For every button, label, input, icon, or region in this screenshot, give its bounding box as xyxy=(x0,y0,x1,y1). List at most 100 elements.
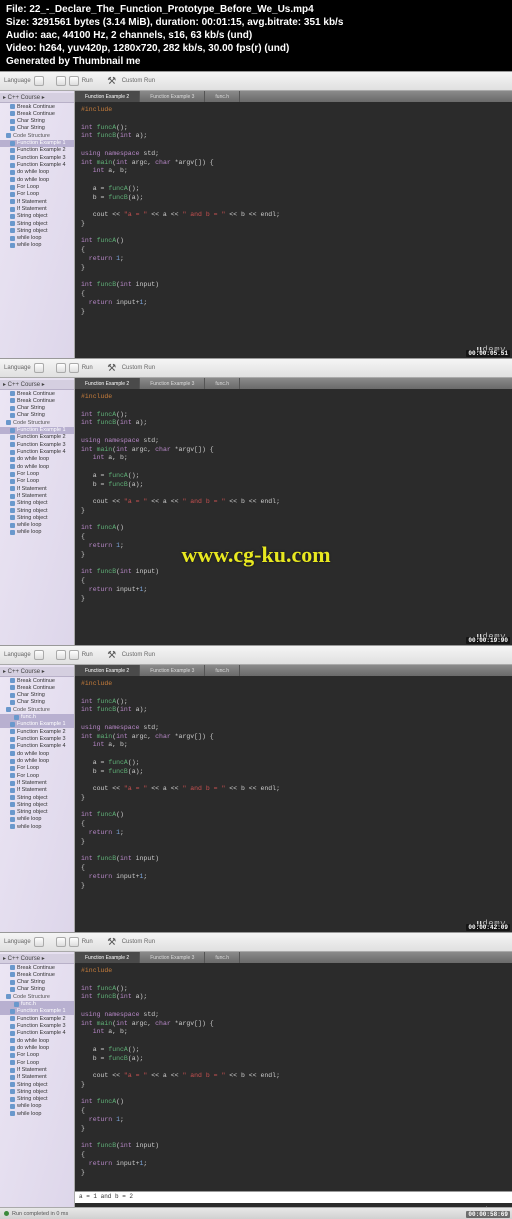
sidebar-item[interactable]: String object xyxy=(0,801,74,808)
sidebar-item[interactable]: For Loop xyxy=(0,470,74,477)
sidebar-item[interactable]: while loop xyxy=(0,235,74,242)
editor-tab[interactable]: func.h xyxy=(205,91,240,102)
sidebar-item[interactable]: String object xyxy=(0,1088,74,1095)
code-editor[interactable]: #include int funcA(); int funcB(int a); … xyxy=(75,963,512,1219)
sidebar-item[interactable]: String object xyxy=(0,809,74,816)
sidebar-item[interactable]: Char String xyxy=(0,118,74,125)
sidebar-item[interactable]: Function Example 3 xyxy=(0,1023,74,1030)
sidebar-item[interactable]: Break Continue xyxy=(0,971,74,978)
sidebar-item[interactable]: Code Structure xyxy=(0,706,74,713)
sidebar-item[interactable]: do while loop xyxy=(0,456,74,463)
sidebar-item-active[interactable]: func.h xyxy=(0,714,74,721)
sidebar-item[interactable]: Char String xyxy=(0,986,74,993)
sidebar-item[interactable]: do while loop xyxy=(0,176,74,183)
sidebar-item[interactable]: Function Example 1 xyxy=(0,140,74,147)
sidebar-item[interactable]: If Statement xyxy=(0,198,74,205)
sidebar-item[interactable]: Function Example 3 xyxy=(0,736,74,743)
editor-tab[interactable]: Function Example 3 xyxy=(140,665,205,676)
sidebar-item[interactable]: Break Continue xyxy=(0,390,74,397)
sidebar-item[interactable]: while loop xyxy=(0,1103,74,1110)
sidebar-item[interactable]: Break Continue xyxy=(0,677,74,684)
sidebar-item[interactable]: For Loop xyxy=(0,772,74,779)
sidebar-item[interactable]: If Statement xyxy=(0,1074,74,1081)
sidebar-item[interactable]: while loop xyxy=(0,823,74,830)
sidebar-item[interactable]: If Statement xyxy=(0,779,74,786)
sidebar-item[interactable]: Function Example 2 xyxy=(0,434,74,441)
sidebar-item[interactable]: Code Structure xyxy=(0,132,74,139)
sidebar-item[interactable]: while loop xyxy=(0,1110,74,1117)
stop-button[interactable] xyxy=(69,76,79,86)
sidebar-root[interactable]: ▸ C++ Course ▸ xyxy=(0,667,74,677)
stop-button[interactable] xyxy=(69,363,79,373)
build-icon[interactable]: ⚒ xyxy=(105,74,119,88)
sidebar-item[interactable]: For Loop xyxy=(0,1059,74,1066)
editor-tab[interactable]: Function Example 2 xyxy=(75,378,140,389)
sidebar-item[interactable]: For Loop xyxy=(0,191,74,198)
editor-tab[interactable]: func.h xyxy=(205,952,240,963)
sidebar-item[interactable]: String object xyxy=(0,213,74,220)
sidebar-item[interactable]: do while loop xyxy=(0,750,74,757)
sidebar-item[interactable]: Break Continue xyxy=(0,103,74,110)
run-button[interactable] xyxy=(56,937,66,947)
sidebar-item[interactable]: For Loop xyxy=(0,1052,74,1059)
sidebar-item[interactable]: Function Example 1 xyxy=(0,1008,74,1015)
sidebar-item[interactable]: For Loop xyxy=(0,765,74,772)
project-sidebar[interactable]: ▸ C++ Course ▸Break ContinueBreak Contin… xyxy=(0,91,75,358)
editor-tab[interactable]: Function Example 3 xyxy=(140,952,205,963)
build-icon[interactable]: ⚒ xyxy=(105,648,119,662)
sidebar-item[interactable]: Char String xyxy=(0,699,74,706)
sidebar-item[interactable]: do while loop xyxy=(0,1037,74,1044)
code-editor[interactable]: #include int funcA(); int funcB(int a); … xyxy=(75,102,512,358)
editor-tab[interactable]: Function Example 2 xyxy=(75,91,140,102)
sidebar-item[interactable]: Char String xyxy=(0,405,74,412)
stop-button[interactable] xyxy=(69,650,79,660)
sidebar-root[interactable]: ▸ C++ Course ▸ xyxy=(0,954,74,964)
sidebar-item[interactable]: Char String xyxy=(0,692,74,699)
sidebar-item[interactable]: do while loop xyxy=(0,1044,74,1051)
sidebar-item[interactable]: Function Example 2 xyxy=(0,728,74,735)
sidebar-root[interactable]: ▸ C++ Course ▸ xyxy=(0,380,74,390)
sidebar-item[interactable]: Break Continue xyxy=(0,110,74,117)
project-sidebar[interactable]: ▸ C++ Course ▸Break ContinueBreak Contin… xyxy=(0,665,75,932)
sidebar-item[interactable]: String object xyxy=(0,220,74,227)
sidebar-item[interactable]: do while loop xyxy=(0,757,74,764)
sidebar-item[interactable]: String object xyxy=(0,507,74,514)
sidebar-item[interactable]: Function Example 3 xyxy=(0,441,74,448)
language-selector[interactable] xyxy=(34,76,44,86)
language-selector[interactable] xyxy=(34,363,44,373)
sidebar-item[interactable]: If Statement xyxy=(0,485,74,492)
project-sidebar[interactable]: ▸ C++ Course ▸Break ContinueBreak Contin… xyxy=(0,952,75,1219)
sidebar-item[interactable]: while loop xyxy=(0,522,74,529)
code-editor[interactable]: #include int funcA(); int funcB(int a); … xyxy=(75,676,512,932)
code-editor[interactable]: #include int funcA(); int funcB(int a); … xyxy=(75,389,512,645)
sidebar-item[interactable]: If Statement xyxy=(0,205,74,212)
sidebar-item[interactable]: Function Example 1 xyxy=(0,721,74,728)
sidebar-item[interactable]: while loop xyxy=(0,242,74,249)
sidebar-item[interactable]: Code Structure xyxy=(0,993,74,1000)
sidebar-item[interactable]: If Statement xyxy=(0,492,74,499)
sidebar-item[interactable]: Function Example 3 xyxy=(0,154,74,161)
editor-tab[interactable]: Function Example 2 xyxy=(75,952,140,963)
sidebar-item[interactable]: Code Structure xyxy=(0,419,74,426)
build-icon[interactable]: ⚒ xyxy=(105,361,119,375)
sidebar-item[interactable]: Function Example 4 xyxy=(0,162,74,169)
editor-tab[interactable]: func.h xyxy=(205,378,240,389)
sidebar-item[interactable]: Char String xyxy=(0,125,74,132)
sidebar-item[interactable]: Function Example 4 xyxy=(0,743,74,750)
editor-tab[interactable]: Function Example 2 xyxy=(75,665,140,676)
language-selector[interactable] xyxy=(34,937,44,947)
sidebar-item-active[interactable]: func.h xyxy=(0,1001,74,1008)
sidebar-root[interactable]: ▸ C++ Course ▸ xyxy=(0,93,74,103)
sidebar-item[interactable]: Char String xyxy=(0,979,74,986)
sidebar-item[interactable]: Function Example 1 xyxy=(0,427,74,434)
stop-button[interactable] xyxy=(69,937,79,947)
sidebar-item[interactable]: String object xyxy=(0,1096,74,1103)
sidebar-item[interactable]: Function Example 4 xyxy=(0,449,74,456)
sidebar-item[interactable]: while loop xyxy=(0,529,74,536)
sidebar-item[interactable]: while loop xyxy=(0,816,74,823)
sidebar-item[interactable]: Function Example 2 xyxy=(0,147,74,154)
sidebar-item[interactable]: Char String xyxy=(0,412,74,419)
project-sidebar[interactable]: ▸ C++ Course ▸Break ContinueBreak Contin… xyxy=(0,378,75,645)
editor-tab[interactable]: Function Example 3 xyxy=(140,91,205,102)
editor-tab[interactable]: func.h xyxy=(205,665,240,676)
